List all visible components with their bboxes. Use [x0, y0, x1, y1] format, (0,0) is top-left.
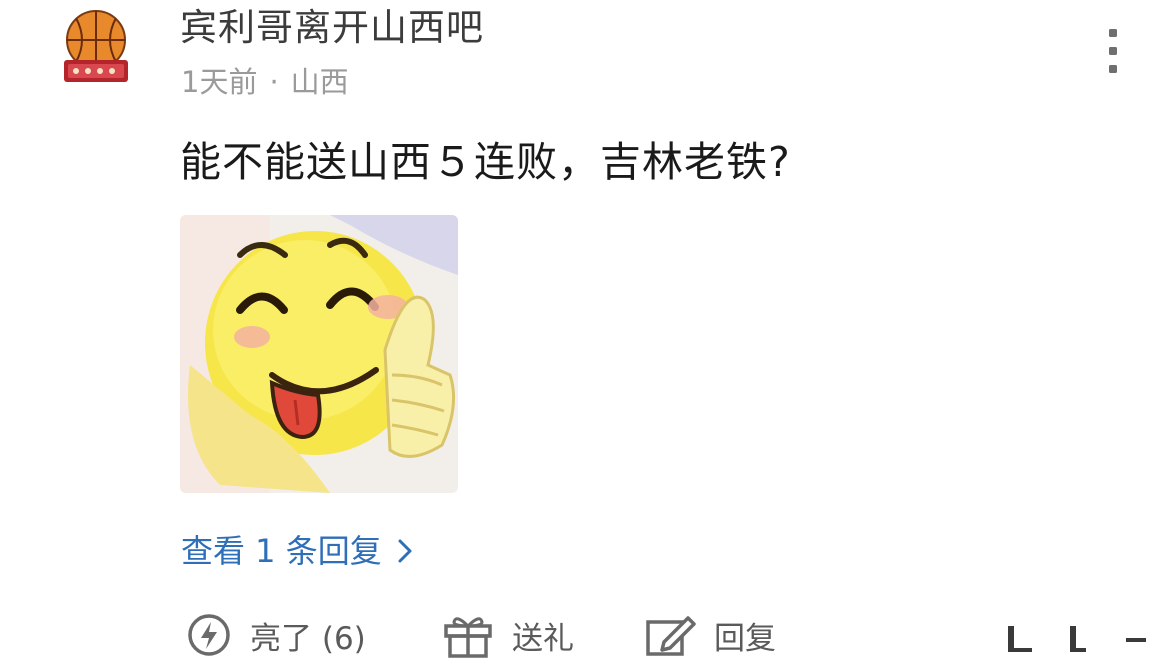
reply-label: 回复: [714, 620, 776, 657]
like-label: 亮了 (6): [250, 620, 366, 657]
gift-icon: [444, 617, 492, 658]
action-bar: 亮了 (6) 送礼 回复: [0, 608, 1170, 662]
view-replies-link[interactable]: 查看 1 条回复: [181, 528, 414, 574]
lightning-icon: [188, 614, 230, 656]
chevron-right-icon: [398, 539, 412, 563]
basketball-logo-icon: [64, 10, 128, 82]
reply-button[interactable]: 回复: [644, 608, 776, 662]
comment-location: 山西: [290, 65, 349, 99]
comment-time: 1天前: [181, 65, 258, 99]
comment-text: 能不能送山西５连败，吉林老铁?: [180, 138, 791, 186]
avatar[interactable]: [62, 8, 130, 86]
sticker-image[interactable]: [180, 215, 458, 493]
share-icon: [1008, 626, 1146, 652]
like-button[interactable]: 亮了 (6): [186, 608, 366, 662]
view-replies-label: 查看 1 条回复: [181, 532, 382, 570]
more-vertical-icon[interactable]: [1098, 26, 1128, 76]
meta-separator: ·: [269, 65, 279, 99]
gift-label: 送礼: [512, 620, 574, 657]
share-button[interactable]: [1000, 618, 1150, 662]
gift-button[interactable]: 送礼: [442, 608, 574, 662]
username[interactable]: 宾利哥离开山西吧: [180, 4, 484, 52]
comment-meta: 1天前 · 山西: [181, 62, 349, 102]
edit-icon: [646, 616, 696, 656]
